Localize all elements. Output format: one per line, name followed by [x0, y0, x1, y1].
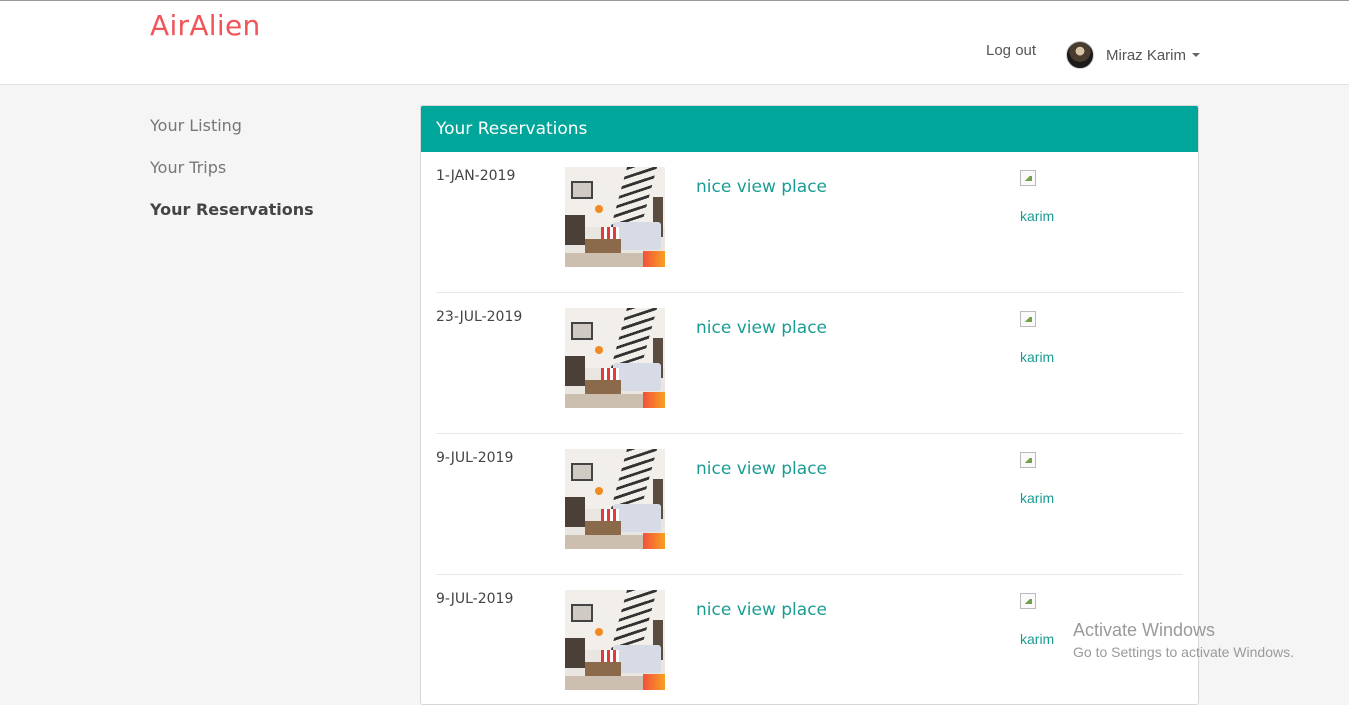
host-image-broken-icon: [1020, 593, 1036, 609]
listing-photo[interactable]: [565, 308, 665, 408]
panel-title: Your Reservations: [421, 106, 1198, 152]
host-image-broken-icon: [1020, 452, 1036, 468]
reservation-date: 23-JUL-2019: [436, 309, 523, 325]
reservation-date: 9-JUL-2019: [436, 450, 514, 466]
listing-name-link[interactable]: nice view place: [696, 600, 827, 620]
listing-photo[interactable]: [565, 590, 665, 690]
listing-name-link[interactable]: nice view place: [696, 459, 827, 479]
host-name-link[interactable]: karim: [1020, 208, 1054, 224]
user-menu-dropdown[interactable]: Miraz Karim: [1066, 40, 1201, 70]
sidebar-nav: Your Listing Your Trips Your Reservation…: [150, 116, 380, 242]
watermark-title: Activate Windows: [1073, 620, 1216, 640]
reservation-date: 9-JUL-2019: [436, 591, 514, 607]
listing-photo[interactable]: [565, 449, 665, 549]
avatar: [1066, 41, 1094, 69]
reservation-row: 1-JAN-2019 nice view place karim: [436, 152, 1183, 293]
host-image-broken-icon: [1020, 311, 1036, 327]
host-name-link[interactable]: karim: [1020, 490, 1054, 506]
reservations-panel: Your Reservations 1-JAN-2019 nice view p…: [420, 105, 1199, 705]
activate-windows-watermark: Activate Windows Go to Settings to activ…: [1073, 620, 1294, 660]
logout-link[interactable]: Log out: [986, 42, 1036, 59]
top-navbar: AirAlien Log out Miraz Karim: [0, 0, 1349, 85]
sidebar-item-your-reservations[interactable]: Your Reservations: [150, 200, 380, 242]
listing-photo[interactable]: [565, 167, 665, 267]
listing-name-link[interactable]: nice view place: [696, 318, 827, 338]
watermark-subtitle: Go to Settings to activate Windows.: [1073, 644, 1294, 660]
host-name-link[interactable]: karim: [1020, 349, 1054, 365]
reservation-date: 1-JAN-2019: [436, 168, 516, 184]
reservation-row: 23-JUL-2019 nice view place karim: [436, 293, 1183, 434]
host-name-link[interactable]: karim: [1020, 631, 1054, 647]
host-image-broken-icon: [1020, 170, 1036, 186]
reservation-row: 9-JUL-2019 nice view place karim: [436, 434, 1183, 575]
user-name: Miraz Karim: [1106, 46, 1187, 64]
brand-logo[interactable]: AirAlien: [150, 9, 261, 42]
caret-down-icon: [1192, 53, 1201, 57]
listing-name-link[interactable]: nice view place: [696, 177, 827, 197]
sidebar-item-your-trips[interactable]: Your Trips: [150, 158, 380, 200]
sidebar-item-your-listing[interactable]: Your Listing: [150, 116, 380, 158]
